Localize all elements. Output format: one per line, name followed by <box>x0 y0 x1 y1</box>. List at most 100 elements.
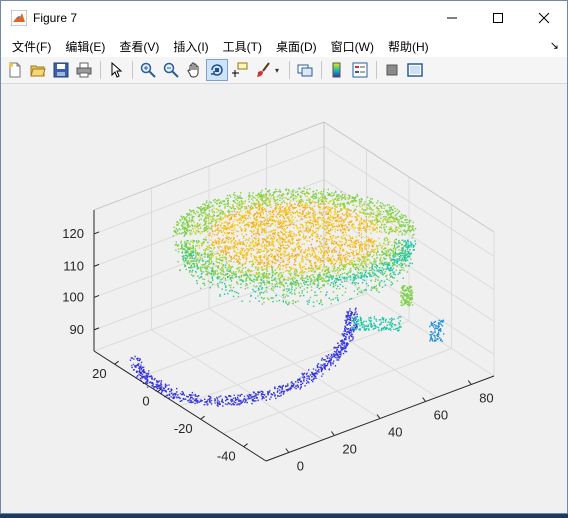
data-point <box>363 228 364 229</box>
data-point <box>300 252 301 253</box>
data-cursor-button[interactable] <box>229 59 251 81</box>
data-point <box>314 252 315 253</box>
data-point <box>334 249 335 250</box>
data-point <box>361 201 362 202</box>
rotate-3d-button[interactable] <box>206 59 228 81</box>
figure-canvas[interactable]: 90100110120200-20-40020406080 <box>1 85 567 513</box>
data-point <box>210 219 211 220</box>
link-plot-button[interactable] <box>294 59 316 81</box>
data-point <box>308 369 309 370</box>
data-point <box>383 211 384 212</box>
data-point <box>363 203 364 204</box>
data-point <box>243 236 244 237</box>
data-point <box>264 230 265 231</box>
menu-tools[interactable]: 工具(T) <box>216 38 269 55</box>
data-point <box>300 250 301 251</box>
data-point <box>377 252 378 253</box>
scatter3-plot[interactable]: 90100110120200-20-40020406080 <box>1 85 567 513</box>
data-point <box>301 269 302 270</box>
data-point <box>319 241 320 242</box>
maximize-button[interactable] <box>475 1 521 35</box>
data-point <box>250 261 251 262</box>
data-point <box>263 276 264 277</box>
brush-button[interactable] <box>252 59 274 81</box>
legend-button[interactable] <box>349 59 371 81</box>
data-point <box>181 233 182 234</box>
data-point <box>259 212 260 213</box>
data-point <box>433 326 434 327</box>
show-plot-tools-button[interactable] <box>404 59 426 81</box>
zoom-out-button[interactable] <box>160 59 182 81</box>
data-point <box>279 264 280 265</box>
data-point <box>298 188 299 189</box>
data-point <box>376 220 377 221</box>
data-point <box>335 242 336 243</box>
data-point <box>401 234 402 235</box>
open-file-button[interactable] <box>27 59 49 81</box>
data-point <box>348 255 349 256</box>
data-point <box>368 241 369 242</box>
data-point <box>330 356 331 357</box>
data-point <box>146 379 147 380</box>
colorbar-button[interactable] <box>326 59 348 81</box>
data-point <box>247 242 248 243</box>
data-point <box>319 217 320 218</box>
menu-edit[interactable]: 编辑(E) <box>58 38 112 55</box>
data-point <box>177 246 178 247</box>
data-point <box>333 353 334 354</box>
data-point <box>300 246 301 247</box>
data-point <box>216 209 217 210</box>
data-point <box>178 248 179 249</box>
data-point <box>257 197 258 198</box>
menu-help[interactable]: 帮助(H) <box>381 38 436 55</box>
data-point <box>319 269 320 270</box>
data-point <box>332 362 333 363</box>
data-point <box>275 215 276 216</box>
save-button[interactable] <box>50 59 72 81</box>
data-point <box>230 261 231 262</box>
new-figure-button[interactable] <box>4 59 26 81</box>
zoom-in-button[interactable] <box>137 59 159 81</box>
data-point <box>331 220 332 221</box>
menu-window[interactable]: 窗口(W) <box>324 38 381 55</box>
data-point <box>283 212 284 213</box>
data-point <box>279 216 280 217</box>
data-point <box>211 258 212 259</box>
data-point <box>249 261 250 262</box>
data-point <box>273 245 274 246</box>
close-button[interactable] <box>521 1 567 35</box>
data-point <box>257 264 258 265</box>
data-point <box>358 277 359 278</box>
data-point <box>343 269 344 270</box>
data-point <box>343 221 344 222</box>
menu-overflow-arrow-icon[interactable]: ↘ <box>550 39 559 52</box>
data-point <box>390 210 391 211</box>
hide-plot-tools-button[interactable] <box>381 59 403 81</box>
pointer-button[interactable] <box>105 59 127 81</box>
data-point <box>370 212 371 213</box>
minimize-button[interactable] <box>429 1 475 35</box>
data-point <box>439 330 440 331</box>
menu-insert[interactable]: 插入(I) <box>166 38 215 55</box>
data-point <box>222 278 223 279</box>
data-point <box>139 369 140 370</box>
open-file-icon <box>30 62 46 78</box>
data-point <box>248 215 249 216</box>
data-point <box>404 234 405 235</box>
print-button[interactable] <box>73 59 95 81</box>
menu-view[interactable]: 查看(V) <box>112 38 166 55</box>
data-point <box>204 265 205 266</box>
data-point <box>290 382 291 383</box>
pan-hand-button[interactable] <box>183 59 205 81</box>
data-point <box>295 212 296 213</box>
data-point <box>303 380 304 381</box>
data-point <box>179 398 180 399</box>
menu-file[interactable]: 文件(F) <box>5 38 58 55</box>
data-point <box>331 235 332 236</box>
data-point <box>311 226 312 227</box>
data-point <box>266 273 267 274</box>
data-point <box>306 259 307 260</box>
menu-desktop[interactable]: 桌面(D) <box>269 38 324 55</box>
brush-dropdown-icon[interactable]: ▾ <box>275 66 283 75</box>
data-point <box>195 246 196 247</box>
